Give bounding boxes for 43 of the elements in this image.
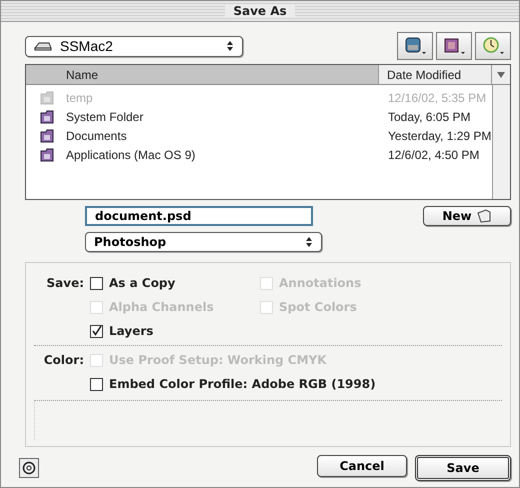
file-row[interactable]: Documents Yesterday, 1:29 PM (26, 126, 492, 145)
file-name: temp (66, 90, 94, 104)
column-header[interactable]: Name (26, 65, 379, 84)
file-name: Documents (66, 128, 128, 142)
checkbox-label: Annotations (279, 276, 362, 290)
updown-arrows-icon (226, 40, 234, 52)
file-date: 12/6/02, 4:50 PM (387, 148, 480, 162)
location-dropdown[interactable]: SSMac2 (25, 36, 243, 56)
file-date: Yesterday, 1:29 PM (387, 128, 492, 142)
column-header[interactable]: Date Modified (379, 65, 492, 84)
shortcuts-button[interactable] (397, 32, 433, 60)
sort-icon[interactable] (492, 65, 510, 84)
drive-icon (403, 36, 427, 56)
recent-button[interactable] (475, 32, 511, 60)
scroll-bar[interactable] (492, 85, 510, 199)
help-icon (22, 461, 36, 475)
checkbox-label: Use Proof Setup: Working CMYK (109, 353, 327, 367)
checkbox-label: Layers (109, 324, 154, 338)
dialog-button[interactable]: Cancel (317, 455, 407, 477)
window-title: Save As (225, 4, 295, 18)
checkbox[interactable] (90, 378, 103, 390)
file-date: 12/16/02, 5:35 PM (387, 90, 488, 104)
file-row[interactable]: System Folder Today, 6:05 PM (26, 107, 492, 126)
file-name: Applications (Mac OS 9) (66, 148, 196, 162)
checkbox-label: Alpha Channels (109, 300, 214, 314)
section-label: Color: (42, 352, 85, 369)
section-label: Save: (46, 275, 85, 292)
help-button[interactable] (19, 458, 39, 478)
checkbox[interactable] (90, 324, 103, 338)
checkbox-label: As a Copy (109, 276, 176, 290)
updown-arrows-icon (305, 236, 313, 248)
favorites-button[interactable] (436, 32, 472, 60)
file-name: System Folder (66, 110, 144, 124)
checkbox-label: Spot Colors (279, 300, 357, 314)
file-row[interactable]: Applications (Mac OS 9) 12/6/02, 4:50 PM (26, 145, 492, 164)
checkbox[interactable] (90, 276, 103, 290)
clock-icon (481, 36, 505, 56)
checkbox-label: Embed Color Profile: Adobe RGB (1998) (109, 377, 376, 391)
format-dropdown[interactable]: Photoshop (85, 232, 322, 252)
new-folder-button[interactable]: New (423, 206, 511, 226)
dialog-button[interactable]: Save (415, 455, 511, 481)
filename-field[interactable]: document.psd (85, 206, 313, 226)
file-date: Today, 6:05 PM (387, 110, 472, 124)
